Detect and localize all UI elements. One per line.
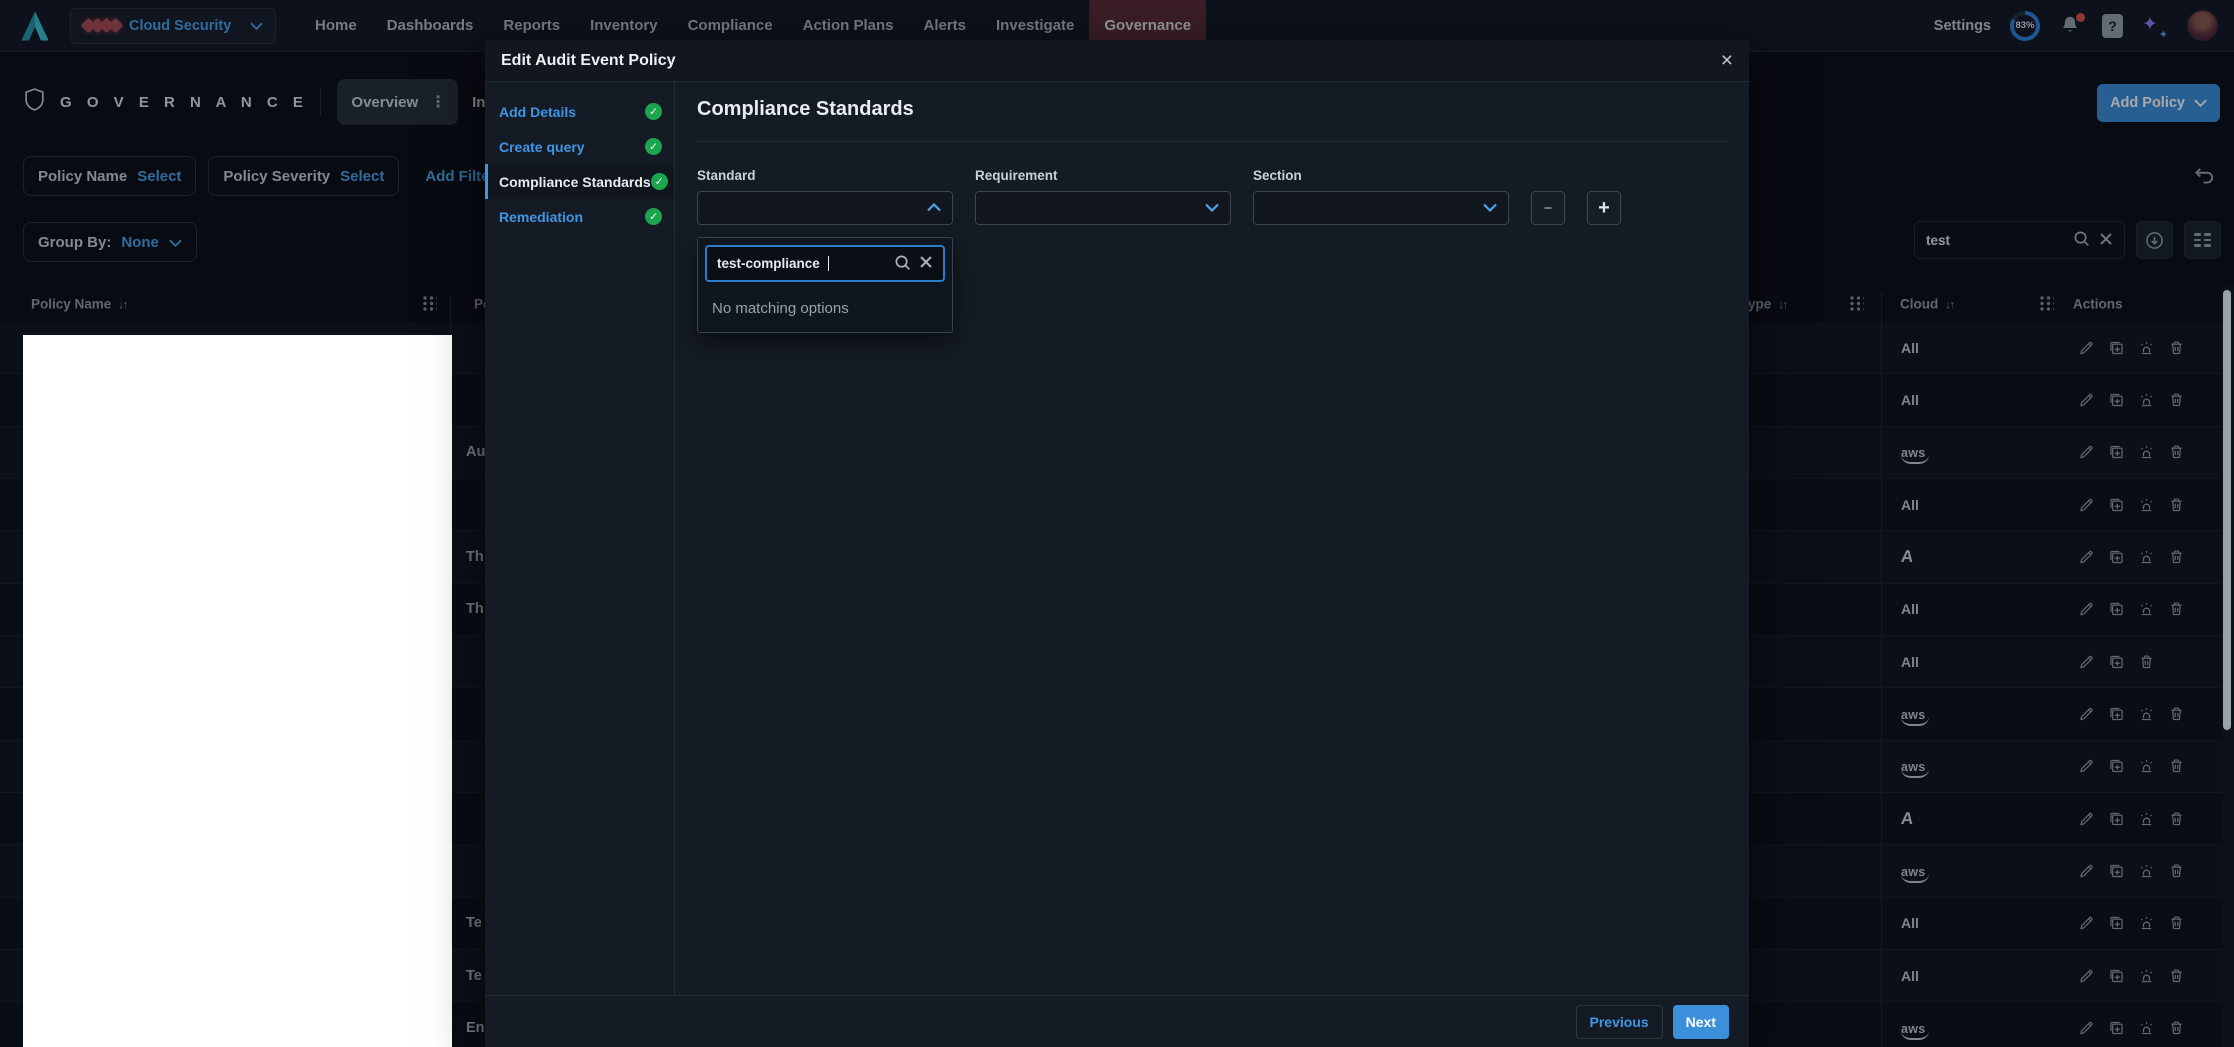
step-add-details[interactable]: Add Details	[485, 94, 674, 129]
clear-search-icon[interactable]	[919, 255, 933, 272]
step-label: Remediation	[499, 209, 583, 225]
dropdown-search-input[interactable]: test-compliance	[705, 245, 945, 282]
text-cursor	[828, 256, 830, 271]
chevron-down-icon	[1483, 199, 1497, 217]
search-icon[interactable]	[894, 254, 911, 274]
modal-header: Edit Audit Event Policy	[485, 40, 1749, 82]
step-completed-icon	[645, 103, 662, 120]
no-options-message: No matching options	[698, 289, 952, 332]
previous-button[interactable]: Previous	[1576, 1005, 1663, 1039]
remove-standard-button[interactable]	[1531, 191, 1565, 225]
next-button[interactable]: Next	[1673, 1005, 1729, 1039]
modal-content: Compliance Standards Standard test-compl…	[675, 82, 1749, 995]
step-completed-icon	[645, 208, 662, 225]
compliance-fields-row: Standard test-compliance No matchin	[697, 168, 1727, 225]
step-completed-icon	[651, 173, 668, 190]
requirement-field: Requirement	[975, 168, 1231, 225]
close-icon[interactable]	[1721, 50, 1733, 71]
chevron-up-icon	[927, 199, 941, 217]
edit-audit-event-policy-modal: Edit Audit Event Policy Add Details Crea…	[485, 40, 1749, 1047]
section-field: Section	[1253, 168, 1509, 225]
step-label: Create query	[499, 139, 585, 155]
step-create-query[interactable]: Create query	[485, 129, 674, 164]
requirement-label: Requirement	[975, 168, 1231, 183]
step-label: Compliance Standards	[499, 174, 651, 190]
section-label: Section	[1253, 168, 1509, 183]
chevron-down-icon	[1205, 199, 1219, 217]
table-scrollbar-thumb[interactable]	[2223, 290, 2231, 730]
step-label: Add Details	[499, 104, 576, 120]
blank-panel	[23, 335, 452, 1047]
standard-field: Standard test-compliance No matchin	[697, 168, 953, 225]
section-select[interactable]	[1253, 191, 1509, 225]
section-heading: Compliance Standards	[697, 98, 1727, 142]
app-window: Cloud Security Home Dashboards Reports I…	[0, 0, 2234, 1047]
step-remediation[interactable]: Remediation	[485, 199, 674, 234]
requirement-select[interactable]	[975, 191, 1231, 225]
modal-title: Edit Audit Event Policy	[501, 52, 676, 70]
step-compliance-standards[interactable]: Compliance Standards	[485, 164, 674, 199]
modal-footer: Previous Next	[485, 995, 1749, 1047]
standard-select[interactable]	[697, 191, 953, 225]
add-standard-button[interactable]	[1587, 191, 1621, 225]
dropdown-search-value: test-compliance	[717, 256, 820, 271]
modal-body: Add Details Create query Compliance Stan…	[485, 82, 1749, 995]
standard-dropdown-panel: test-compliance No matching options	[697, 237, 953, 333]
wizard-steps: Add Details Create query Compliance Stan…	[485, 82, 675, 995]
step-completed-icon	[645, 138, 662, 155]
standard-label: Standard	[697, 168, 953, 183]
